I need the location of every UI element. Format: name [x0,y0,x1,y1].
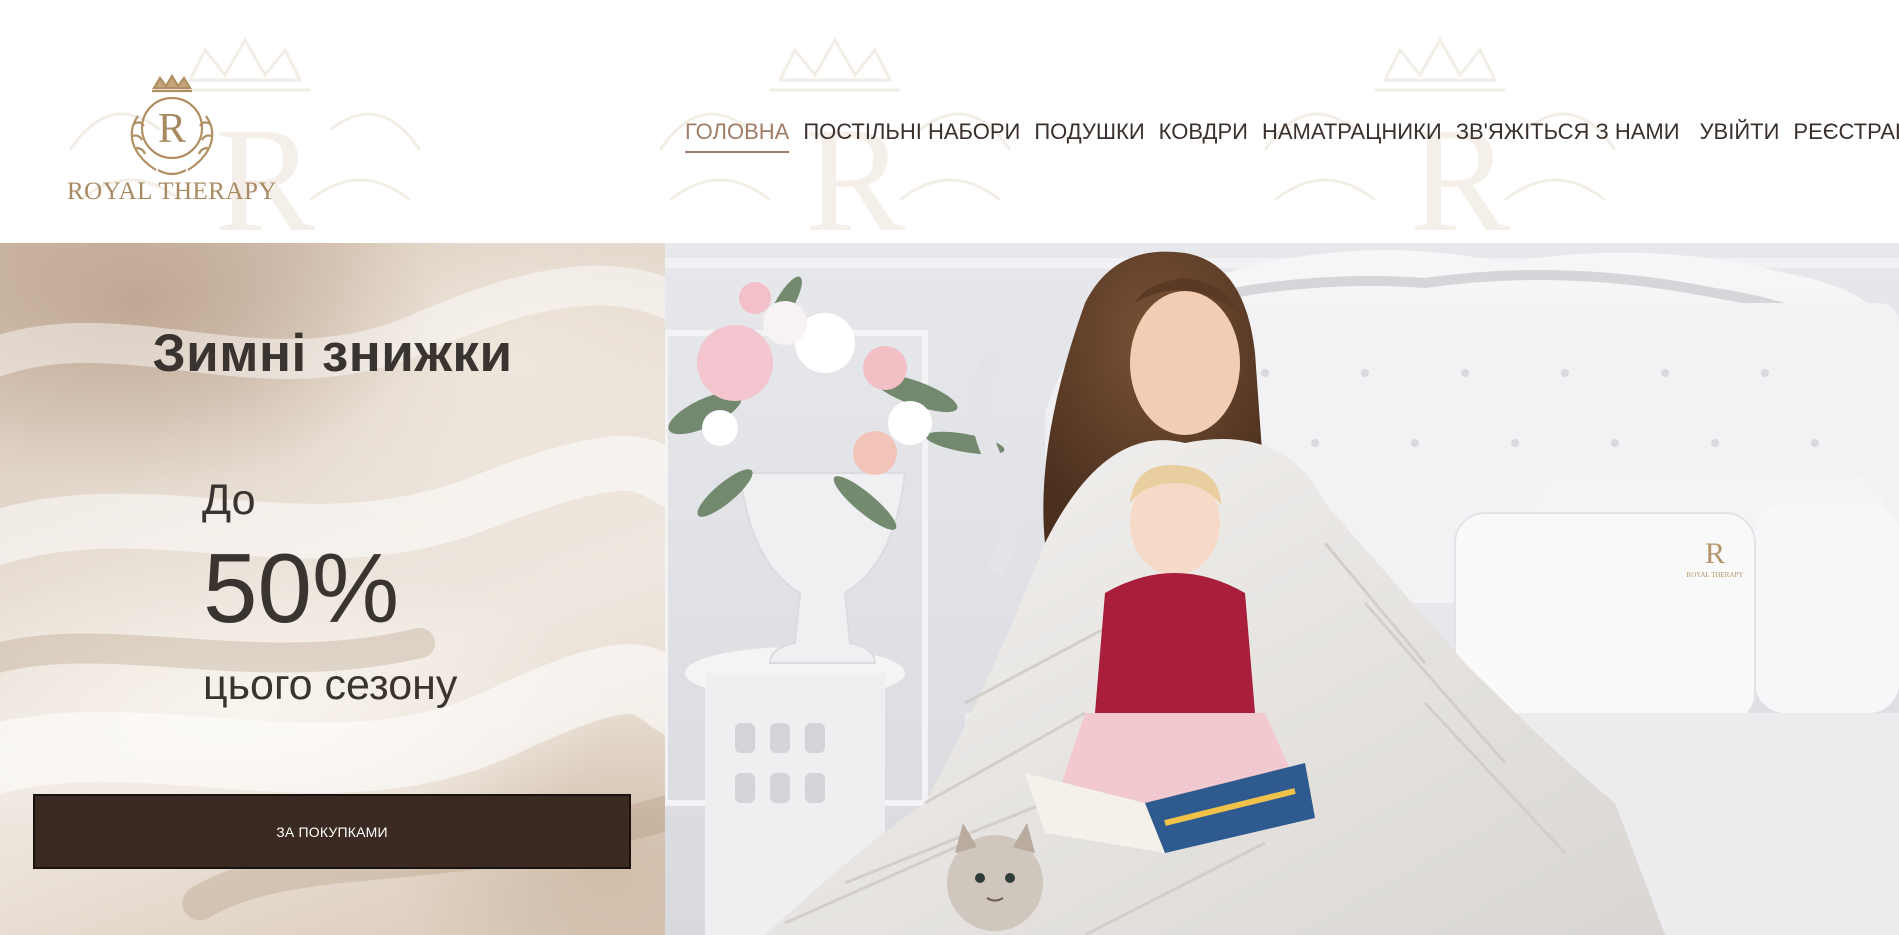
svg-text:R: R [1705,537,1725,570]
svg-text:ROYAL THERAPY: ROYAL THERAPY [1687,571,1744,579]
bedroom-scene-illustration: R ROYAL THERAPY [665,243,1899,935]
svg-text:R: R [158,106,186,152]
main-navigation: ГОЛОВНА ПОСТІЛЬНІ НАБОРИ ПОДУШКИ КОВДРИ … [685,119,1899,155]
brand-logo[interactable]: R ROYAL THERAPY [62,74,282,212]
nav-item-login[interactable]: УВІЙТИ [1700,119,1780,151]
discount-suffix: цього сезону [203,661,458,709]
nav-item-home[interactable]: ГОЛОВНА [685,119,790,153]
discount-value: 50% [203,533,400,643]
brand-name: ROYAL THERAPY [67,178,277,205]
shop-now-button[interactable]: ЗА ПОКУПКАМИ [33,794,631,869]
cat [947,823,1043,931]
site-header: R R R R ROYAL THERAPY ГОЛОВНА ПОСТІЛЬНІ … [0,0,1899,243]
discount-prefix: До [202,476,256,524]
promo-panel: Зимні знижки До 50% цього сезону ЗА ПОКУ… [0,243,665,935]
hero-photo: R ROYAL THERAPY [665,243,1899,935]
crest-icon: R [130,74,214,176]
nav-item-blankets[interactable]: КОВДРИ [1159,119,1248,151]
nav-item-bedding-sets[interactable]: ПОСТІЛЬНІ НАБОРИ [803,119,1020,151]
nav-item-pillows[interactable]: ПОДУШКИ [1034,119,1144,151]
nav-item-register[interactable]: РЕЄСТРАЦІЯ [1793,119,1899,151]
promo-title: Зимні знижки [152,324,513,383]
nav-item-contact[interactable]: ЗВ'ЯЖІТЬСЯ З НАМИ [1456,119,1680,151]
nav-item-mattress-covers[interactable]: НАМАТРАЦНИКИ [1262,119,1442,151]
